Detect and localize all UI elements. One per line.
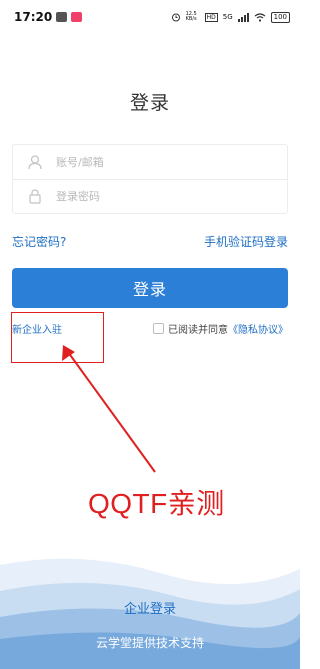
annotation-text: QQTF亲测 (88, 488, 225, 519)
support-text: 云学堂提供技术支持 (95, 636, 204, 650)
enterprise-login-link[interactable]: 企业登录 (0, 598, 300, 617)
